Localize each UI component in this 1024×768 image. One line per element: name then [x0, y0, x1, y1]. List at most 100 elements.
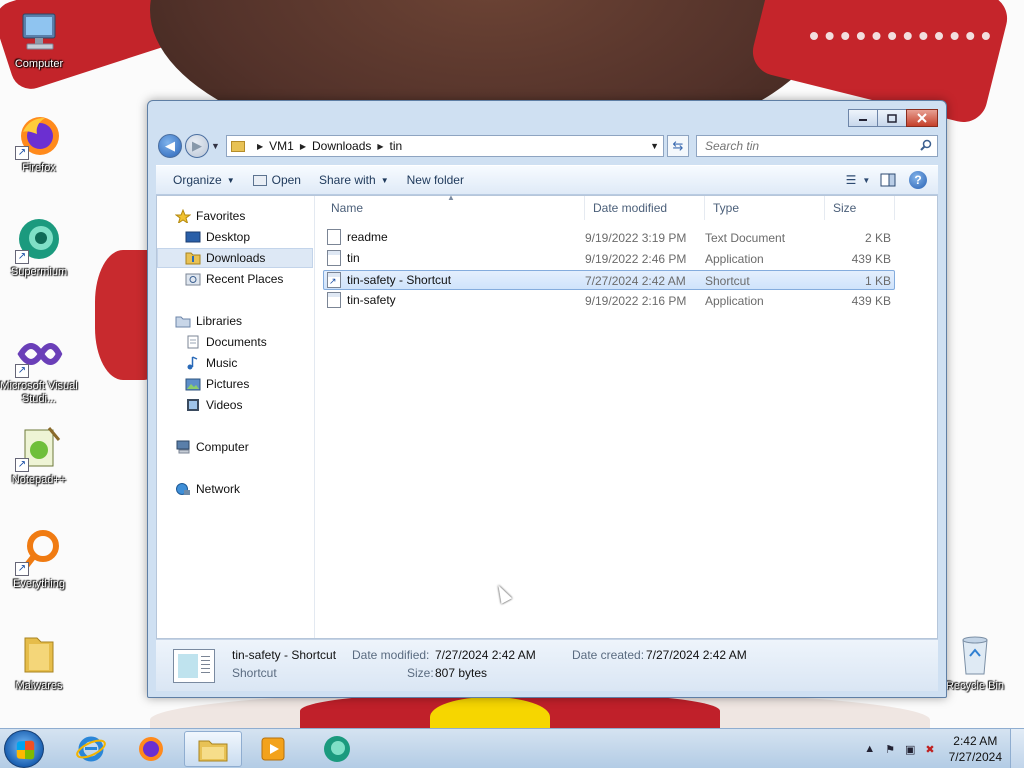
clock-time: 2:42 AM: [953, 734, 998, 748]
share-with-button[interactable]: Share with ▼: [310, 168, 398, 192]
refresh-icon: ⇆: [672, 138, 684, 153]
file-row-readme[interactable]: readme 9/19/2022 3:19 PM Text Document 2…: [323, 228, 895, 248]
forward-button[interactable]: ▶: [185, 134, 209, 158]
open-label: Open: [271, 173, 301, 187]
breadcrumb-separator-icon: ▶: [377, 141, 384, 151]
file-type: Application: [705, 294, 764, 308]
show-hidden-icons-icon[interactable]: ▲: [864, 743, 875, 755]
desktop-icon-label: Malwares: [15, 680, 63, 692]
file-name: tin: [347, 251, 360, 265]
address-bar[interactable]: ▶ VM1 ▶ Downloads ▶ tin ▼: [226, 135, 664, 157]
details-date-created-label: Date created:: [572, 648, 645, 662]
application-icon: [327, 250, 341, 266]
file-row-tin-safety[interactable]: tin-safety 9/19/2022 2:16 PM Application…: [323, 291, 895, 311]
nav-documents[interactable]: Documents: [185, 332, 267, 352]
new-folder-button[interactable]: New folder: [398, 168, 473, 192]
desktop-icon-notepadpp[interactable]: ↗ Notepad++: [0, 424, 78, 487]
supermium-icon: ↗: [15, 216, 63, 264]
start-button[interactable]: [4, 730, 44, 768]
recent-pages-dropdown[interactable]: ▼: [211, 141, 220, 151]
nav-recent-places-label: Recent Places: [206, 272, 284, 286]
nav-libraries-label: Libraries: [196, 314, 243, 328]
file-date: 9/19/2022 2:16 PM: [585, 294, 687, 308]
everything-icon: ↗: [15, 528, 63, 576]
star-icon: [174, 208, 192, 225]
desktop-icon-firefox[interactable]: ↗ Firefox: [0, 112, 78, 175]
nav-videos-label: Videos: [206, 398, 243, 412]
nav-music[interactable]: Music: [185, 353, 237, 373]
back-button[interactable]: ◀: [158, 134, 182, 158]
nav-pictures[interactable]: Pictures: [185, 374, 249, 394]
open-button[interactable]: Open: [244, 168, 310, 192]
music-icon: [185, 356, 201, 370]
windows-explorer-icon: [198, 740, 228, 762]
minimize-button[interactable]: [848, 109, 878, 127]
taskbar-supermium[interactable]: [308, 731, 366, 767]
address-dropdown-icon[interactable]: ▼: [650, 141, 659, 151]
taskbar-internet-explorer[interactable]: [62, 731, 120, 767]
close-button[interactable]: [906, 109, 938, 127]
file-date: 9/19/2022 2:46 PM: [585, 252, 687, 266]
nav-downloads[interactable]: Downloads: [157, 248, 313, 268]
column-header-date-modified[interactable]: Date modified: [585, 196, 705, 220]
firefox-icon: ↗: [15, 112, 63, 160]
refresh-button[interactable]: ⇆: [667, 135, 689, 157]
new-folder-label: New folder: [406, 173, 464, 187]
nav-network[interactable]: Network: [175, 479, 240, 499]
taskbar-firefox[interactable]: [122, 731, 180, 767]
nav-favorites[interactable]: Favorites: [174, 206, 245, 226]
nav-libraries[interactable]: Libraries: [175, 311, 242, 331]
file-row-tin[interactable]: tin 9/19/2022 2:46 PM Application 439 KB: [323, 249, 895, 269]
show-desktop-button[interactable]: [1010, 729, 1024, 768]
search-box[interactable]: [696, 135, 938, 157]
breadcrumb-item-tin[interactable]: tin: [390, 139, 403, 153]
maximize-button[interactable]: [877, 109, 907, 127]
clock-date: 7/27/2024: [948, 750, 1002, 764]
supermium-icon: [324, 736, 350, 762]
desktop-icon-recycle-bin[interactable]: Recycle Bin: [936, 630, 1014, 693]
column-header-name[interactable]: Name: [323, 196, 585, 220]
explorer-window[interactable]: ◀ ▶ ▼ ▶ VM1 ▶ Downloads ▶ tin ▼ ⇆ Search…: [147, 100, 947, 698]
shortcut-arrow-icon: ↗: [15, 562, 29, 576]
nav-computer-label: Computer: [196, 440, 249, 454]
help-icon: ?: [909, 171, 927, 189]
nav-recent-places[interactable]: Recent Places: [185, 269, 283, 289]
action-center-flag-icon[interactable]: ⚑: [885, 743, 895, 756]
internet-explorer-icon: [76, 736, 106, 762]
breadcrumb-item-downloads[interactable]: Downloads: [312, 139, 371, 153]
nav-desktop[interactable]: Desktop: [185, 227, 250, 247]
organize-label: Organize: [173, 173, 222, 187]
details-size: 807 bytes: [435, 666, 488, 680]
taskbar-windows-explorer[interactable]: [184, 731, 242, 767]
taskbar-media-player[interactable]: [244, 731, 302, 767]
desktop-icon-everything[interactable]: ↗ Everything: [0, 528, 78, 591]
desktop-icon-label: Firefox: [22, 162, 56, 174]
change-view-button[interactable]: ☰ ▼: [846, 169, 871, 191]
details-pane: tin-safety - Shortcut Shortcut Date modi…: [156, 639, 938, 691]
chevron-down-icon: ▼: [380, 175, 389, 185]
details-date-modified-label: Date modified:: [352, 648, 430, 662]
desktop-icon-computer[interactable]: Computer: [0, 8, 78, 71]
nav-videos[interactable]: Videos: [185, 395, 242, 415]
nav-computer[interactable]: Computer: [175, 437, 249, 457]
preview-pane-button[interactable]: [876, 169, 900, 191]
address-row: ◀ ▶ ▼ ▶ VM1 ▶ Downloads ▶ tin ▼ ⇆: [156, 133, 938, 159]
volume-muted-icon[interactable]: ✖: [925, 743, 934, 756]
network-status-icon[interactable]: ▣: [905, 743, 915, 756]
file-row-tin-safety-shortcut[interactable]: tin-safety - Shortcut 7/27/2024 2:42 AM …: [323, 270, 895, 290]
breadcrumb-item-vm1[interactable]: VM1: [269, 139, 294, 153]
file-size: 2 KB: [864, 231, 891, 245]
desktop-icon-visual-studio[interactable]: ↗ Microsoft Visual Studi...: [0, 330, 78, 406]
network-icon: [175, 482, 191, 496]
system-clock[interactable]: 2:42 AM 7/27/2024: [949, 733, 1002, 765]
column-header-type[interactable]: Type: [705, 196, 825, 220]
details-size-label: Size:: [407, 666, 434, 680]
organize-button[interactable]: Organize ▼: [164, 168, 244, 192]
column-header-size[interactable]: Size: [825, 196, 895, 220]
view-controls: ☰ ▼ ?: [840, 169, 930, 191]
help-button[interactable]: ?: [906, 169, 930, 191]
desktop-icon-supermium[interactable]: ↗ Supermium: [0, 216, 78, 279]
search-input[interactable]: [705, 139, 905, 153]
file-name: tin-safety: [347, 293, 396, 307]
desktop-icon-malwares[interactable]: Malwares: [0, 630, 78, 693]
